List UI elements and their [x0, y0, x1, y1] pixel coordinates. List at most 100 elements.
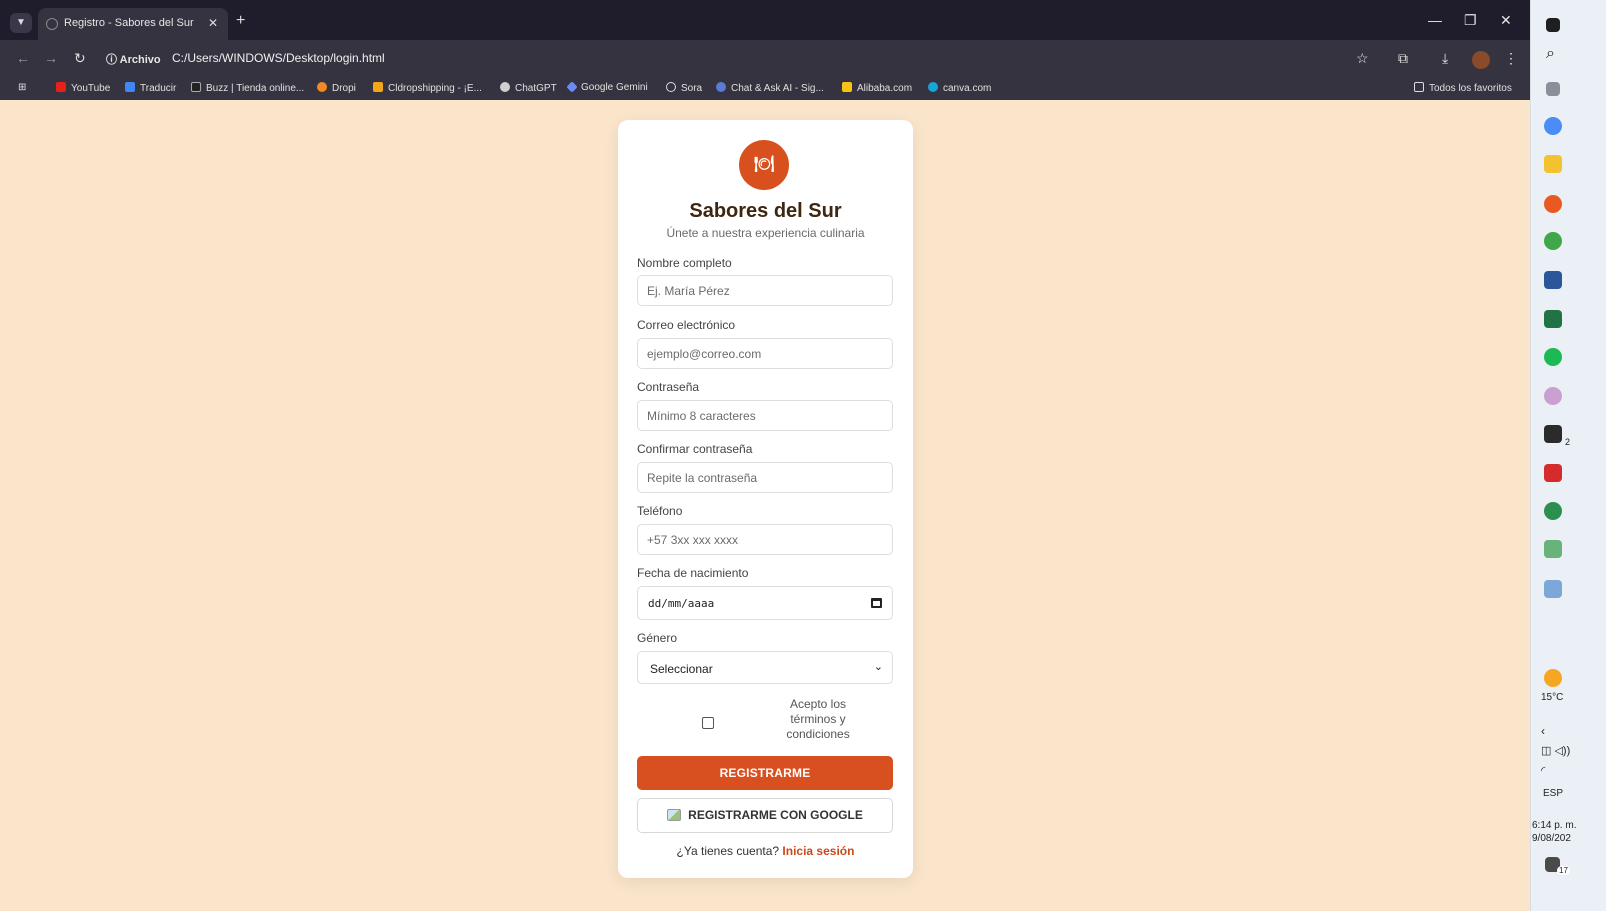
sora-icon [666, 82, 676, 92]
google-register-button[interactable]: REGISTRARME CON GOOGLE [637, 798, 893, 833]
chevron-down-icon: ⌄ [873, 661, 883, 673]
calendar-icon[interactable] [871, 598, 882, 608]
phone-label: Teléfono [637, 504, 683, 518]
spotify-icon[interactable] [1544, 348, 1562, 366]
brand-tagline: Únete a nuestra experiencia culinaria [666, 226, 865, 240]
password-input[interactable] [637, 400, 893, 431]
xbox-badge: 2 [1565, 437, 1571, 447]
login-prompt: ¿Ya tienes cuenta? Inicia sesión [618, 844, 913, 858]
terms-checkbox[interactable] [702, 717, 714, 729]
bookmark-buzz[interactable]: Buzz | Tienda online... [191, 82, 304, 94]
bookmark-canva[interactable]: canva.com [928, 82, 991, 94]
bookmark-alibaba[interactable]: Alibaba.com [842, 82, 912, 94]
buzz-icon [191, 82, 201, 92]
copilot-icon[interactable] [1544, 117, 1562, 135]
dropi-icon [317, 82, 327, 92]
gender-select[interactable]: Seleccionar ⌄ [637, 651, 893, 684]
birth-date-input[interactable]: dd/mm/aaaa [637, 586, 893, 620]
tab-title: Registro - Sabores del Sur [64, 17, 194, 29]
all-bookmarks[interactable]: Todos los favoritos [1414, 82, 1512, 94]
forward-icon[interactable]: → [44, 50, 58, 66]
tab-bar: ▼ Registro - Sabores del Sur ✕ + — ❐ ✕ [0, 0, 1530, 40]
word-icon[interactable] [1544, 271, 1562, 289]
globe-icon [46, 18, 58, 30]
task-view-icon[interactable] [1546, 82, 1560, 96]
cldropshipping-icon [373, 82, 383, 92]
more-menu-icon[interactable]: ⋮ [1504, 50, 1518, 67]
clock-time[interactable]: 6:14 p. m. [1532, 820, 1576, 831]
full-name-input[interactable] [637, 275, 893, 306]
network-app-icon[interactable] [1544, 540, 1562, 558]
terms-label: Acepto los términos y condiciones [786, 697, 850, 741]
url-text: C:/Users/WINDOWS/Desktop/login.html [172, 51, 385, 65]
close-window-icon[interactable]: ✕ [1500, 12, 1512, 29]
alibaba-icon [842, 82, 852, 92]
close-tab-icon[interactable]: ✕ [208, 16, 218, 30]
minimize-icon[interactable]: — [1428, 12, 1442, 28]
email-input[interactable] [637, 338, 893, 369]
tab-active[interactable]: Registro - Sabores del Sur ✕ [38, 8, 228, 40]
chrome-profile-icon[interactable] [1544, 502, 1562, 520]
bookmark-chat-ask-ai[interactable]: Chat & Ask AI - Sig... [716, 82, 824, 94]
volume-icon[interactable]: ◫ ◁)) [1541, 744, 1570, 757]
chatgpt-icon [500, 82, 510, 92]
search-icon[interactable]: ⌕ [1546, 45, 1555, 63]
bookmark-star-icon[interactable]: ☆ [1356, 50, 1369, 67]
chrome-icon[interactable] [1544, 232, 1562, 250]
new-tab-icon[interactable]: + [236, 13, 245, 29]
google-register-label: REGISTRARME CON GOOGLE [688, 808, 863, 822]
file-explorer-icon[interactable] [1544, 155, 1562, 173]
pen-app-icon[interactable] [1544, 580, 1562, 598]
snipping-tool-icon[interactable] [1544, 387, 1562, 405]
confirm-password-input[interactable] [637, 462, 893, 493]
phone-input[interactable] [637, 524, 893, 555]
clock-date[interactable]: 9/08/202 [1532, 833, 1571, 844]
youtube-icon [56, 82, 66, 92]
birth-date-label: Fecha de nacimiento [637, 566, 749, 580]
login-link[interactable]: Inicia sesión [782, 844, 854, 858]
google-image-icon [667, 809, 682, 821]
show-hidden-icons[interactable]: ‹ [1541, 724, 1545, 738]
excel-icon[interactable] [1544, 310, 1562, 328]
apps-grid-icon[interactable]: ⊞ [18, 82, 26, 93]
site-info-chip[interactable]: ⓘ Archivo [106, 51, 161, 67]
gender-label: Género [637, 631, 678, 645]
register-button[interactable]: REGISTRARME [637, 756, 893, 790]
birth-date-placeholder: dd/mm/aaaa [648, 597, 715, 610]
restore-icon[interactable]: ❐ [1464, 12, 1477, 29]
language-indicator[interactable]: ESP [1543, 788, 1563, 799]
profile-avatar[interactable] [1472, 51, 1490, 69]
restaurant-logo-icon: 🍽 [739, 140, 789, 190]
wifi-icon[interactable]: ◜ [1541, 764, 1545, 777]
register-card: 🍽 Sabores del Sur Únete a nuestra experi… [618, 120, 913, 878]
weather-icon[interactable] [1544, 669, 1562, 687]
extensions-icon[interactable]: ⧉ [1398, 50, 1408, 67]
tab-search-icon[interactable]: ▼ [10, 13, 32, 33]
bookmark-sora[interactable]: Sora [666, 82, 702, 94]
back-icon[interactable]: ← [16, 50, 30, 66]
bookmark-chatgpt[interactable]: ChatGPT [500, 82, 557, 94]
download-icon[interactable]: ⤓ [1442, 50, 1448, 67]
bookmarks-bar: ⊞ YouTube Traducir Buzz | Tienda online.… [0, 78, 1530, 100]
address-bar: ← → ↻ ⓘ Archivo C:/Users/WINDOWS/Desktop… [0, 40, 1530, 78]
xbox-icon[interactable] [1544, 425, 1562, 443]
acrobat-icon[interactable] [1544, 464, 1562, 482]
confirm-password-label: Confirmar contraseña [637, 442, 753, 456]
bookmark-gemini[interactable]: Google Gemini [566, 81, 648, 93]
windows-start-icon[interactable] [1546, 18, 1560, 32]
bookmark-dropi[interactable]: Dropi [317, 82, 356, 94]
reload-icon[interactable]: ↻ [74, 50, 86, 67]
url-field[interactable]: ⓘ Archivo C:/Users/WINDOWS/Desktop/login… [100, 47, 1390, 71]
gender-selected-value: Seleccionar [650, 662, 713, 676]
password-label: Contraseña [637, 380, 700, 394]
email-label: Correo electrónico [637, 318, 736, 332]
windows-taskbar: ⌕ 2 15°C ‹ ◫ ◁)) ◜ ESP 6:14 p. m. 9/08/2… [1530, 0, 1606, 911]
gemini-icon [566, 81, 578, 93]
bookmark-traducir[interactable]: Traducir [125, 82, 176, 94]
bookmark-youtube[interactable]: YouTube [56, 82, 110, 94]
full-name-label: Nombre completo [637, 256, 732, 270]
weather-temp: 15°C [1541, 692, 1564, 703]
browser-window: ▼ Registro - Sabores del Sur ✕ + — ❐ ✕ ←… [0, 0, 1530, 911]
firefox-icon[interactable] [1544, 195, 1562, 213]
bookmark-cldropshipping[interactable]: Cldropshipping - ¡E... [373, 82, 482, 94]
